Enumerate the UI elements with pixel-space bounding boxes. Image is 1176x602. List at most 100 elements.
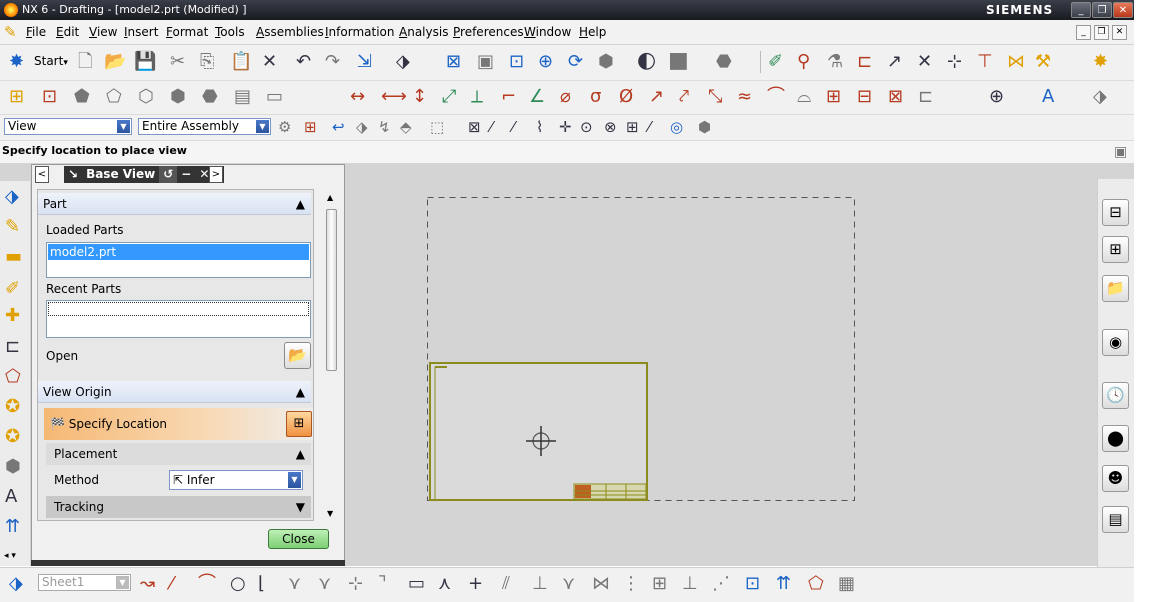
- chamfer-icon[interactable]: ⋎: [288, 574, 301, 594]
- intersection-point-icon[interactable]: ✛: [559, 117, 572, 137]
- zoom-icon[interactable]: ⊡: [509, 52, 524, 72]
- dimension-icon[interactable]: ⚲: [797, 52, 810, 72]
- chamfer-dim-icon[interactable]: ⌐: [501, 87, 516, 107]
- folded-radius-icon[interactable]: ⤡: [708, 87, 722, 107]
- vertical-dim-icon[interactable]: ↕: [412, 87, 427, 107]
- arc-icon[interactable]: ⌒: [198, 574, 216, 594]
- mate-icon[interactable]: ⇈: [776, 574, 791, 594]
- collapse-dialog-icon[interactable]: ↘: [64, 166, 82, 183]
- detail-view-icon[interactable]: ⬠: [106, 87, 122, 107]
- specify-location-row[interactable]: 🏁 Specify Location ⊞: [44, 408, 313, 440]
- rotate-view-icon[interactable]: ⟳: [568, 52, 583, 72]
- fillet-icon[interactable]: ⌊: [258, 574, 265, 594]
- drawing-canvas[interactable]: [346, 164, 1097, 566]
- render-style-icon[interactable]: ◐: [637, 50, 656, 72]
- parallel-dim-icon[interactable]: ⤢: [442, 87, 456, 107]
- menu-format[interactable]: Format: [166, 25, 208, 39]
- tools-icon[interactable]: ✸: [1093, 52, 1108, 72]
- palette-icon[interactable]: ✪: [5, 427, 20, 447]
- point-dialog-button[interactable]: ⊞: [286, 411, 312, 437]
- general-filter-icon[interactable]: ⚙: [278, 117, 291, 137]
- cut-icon[interactable]: ✂: [170, 52, 185, 72]
- loaded-parts-list[interactable]: model2.prt: [46, 242, 311, 278]
- hammer-icon[interactable]: ⚒: [1035, 52, 1051, 72]
- minimize-button[interactable]: _: [1071, 2, 1091, 18]
- create-inferred-icon[interactable]: ⊡: [745, 574, 760, 594]
- save-icon[interactable]: 💾: [134, 52, 156, 72]
- auto-constrain-icon[interactable]: ⋈: [592, 574, 610, 594]
- magnify-icon[interactable]: ⊕: [538, 52, 553, 72]
- extrude-icon[interactable]: ⊏: [857, 52, 872, 72]
- menu-analysis[interactable]: Analysis: [399, 25, 448, 39]
- base-view-icon[interactable]: ⊡: [42, 87, 57, 107]
- scope-select[interactable]: Entire Assembly ▼: [138, 118, 271, 135]
- menu-help[interactable]: Help: [579, 25, 606, 39]
- hole-dim-icon[interactable]: σ: [590, 87, 601, 107]
- vertical-baseline-icon[interactable]: ⊏: [918, 87, 933, 107]
- dialog-back-button[interactable]: <: [35, 166, 49, 183]
- type-filter-select[interactable]: View ▼: [4, 118, 132, 135]
- start-button[interactable]: Start▾: [34, 54, 68, 68]
- part-navigator-icon[interactable]: ⬗: [5, 187, 19, 207]
- assembly-constraints-icon[interactable]: ⇈: [5, 517, 20, 537]
- rectangle-icon[interactable]: ▭: [408, 574, 425, 594]
- cylindrical-dim-icon[interactable]: ⌀: [560, 87, 571, 107]
- tracking-section-header[interactable]: Tracking ▼: [46, 496, 311, 518]
- scroll-thumb[interactable]: [326, 209, 337, 371]
- projected-view-icon[interactable]: ⬟: [74, 87, 90, 107]
- view-origin-section-header[interactable]: View Origin ▲: [38, 381, 311, 403]
- view-boundary-icon[interactable]: ▭: [266, 87, 283, 107]
- convert-reference-icon[interactable]: ⊞: [652, 574, 667, 594]
- point-icon-bottom[interactable]: +: [468, 574, 483, 594]
- material-icon[interactable]: ⬢: [5, 457, 21, 477]
- copy-icon[interactable]: ⎘: [200, 52, 214, 72]
- bounded-grid-icon[interactable]: ⬢: [698, 117, 711, 137]
- body-select-icon[interactable]: ⬘: [400, 117, 412, 137]
- undo-icon[interactable]: ↶: [296, 52, 311, 72]
- drawing-icon[interactable]: ⬗: [9, 574, 23, 594]
- selection-icon[interactable]: ⬗: [396, 52, 410, 72]
- restore-button[interactable]: ❐: [1092, 2, 1112, 18]
- close-window-button[interactable]: ✕: [1113, 2, 1133, 18]
- perimeter-dim-icon[interactable]: ⌓: [797, 87, 811, 107]
- part-section-header[interactable]: Part ▲: [38, 193, 311, 215]
- horizontal-dim-icon[interactable]: ⟷: [381, 87, 407, 107]
- orient-view-icon[interactable]: ⬢: [598, 52, 614, 72]
- dialog-forward-button[interactable]: >: [209, 166, 223, 183]
- scroll-down-icon[interactable]: ▼: [327, 509, 333, 518]
- close-button[interactable]: Close: [268, 529, 329, 549]
- part-navigator-right-icon[interactable]: ⊞: [1102, 236, 1129, 263]
- fit-view-icon[interactable]: ⊠: [446, 52, 461, 72]
- show-constraints-icon[interactable]: ⋮: [622, 574, 640, 594]
- half-section-icon[interactable]: ⬢: [170, 87, 186, 107]
- datum-icon[interactable]: ⊤: [977, 52, 993, 72]
- system-materials-icon[interactable]: ⬤: [1102, 425, 1129, 452]
- arc-center-icon[interactable]: ⊙: [580, 117, 593, 137]
- line-x-icon[interactable]: ✕: [917, 52, 932, 72]
- note-icon[interactable]: A: [1042, 87, 1054, 107]
- scroll-up-icon[interactable]: ▲: [327, 193, 333, 202]
- horizontal-chain-icon[interactable]: ⊞: [826, 87, 841, 107]
- table-icon[interactable]: ▦: [838, 574, 855, 594]
- roles-right-icon[interactable]: ☻: [1102, 465, 1129, 492]
- dialog-scrollbar[interactable]: ▲ ▼: [324, 191, 339, 521]
- method-select[interactable]: ⇱ Infer ▼: [169, 470, 303, 490]
- diameter-dim-icon[interactable]: Ø: [619, 87, 633, 107]
- alternate-solution-icon[interactable]: ⊥: [682, 574, 698, 594]
- thickness-dim-icon[interactable]: ≈: [737, 87, 752, 107]
- inferred-dim-icon[interactable]: ↔: [350, 87, 365, 107]
- point-icon[interactable]: ↗: [887, 52, 902, 72]
- menu-app-icon[interactable]: ✎: [4, 22, 17, 42]
- recent-parts-list[interactable]: [46, 300, 311, 338]
- annotation-icon[interactable]: ⬗: [1093, 87, 1107, 107]
- mirror-icon[interactable]: ⋈: [1007, 52, 1025, 72]
- feature-select-icon[interactable]: ↩: [332, 117, 345, 137]
- constraint-icon[interactable]: ⊥: [532, 574, 548, 594]
- profile-icon[interactable]: ↝: [140, 574, 155, 594]
- arc-length-icon[interactable]: ⌒: [767, 87, 785, 107]
- roles-icon[interactable]: ✪: [5, 397, 20, 417]
- pencil-icon[interactable]: ✐: [5, 279, 20, 299]
- perpendicular-dim-icon[interactable]: ⟂: [471, 87, 483, 107]
- ruler-icon[interactable]: ▬: [5, 247, 22, 267]
- paste-icon[interactable]: 📋: [230, 52, 252, 72]
